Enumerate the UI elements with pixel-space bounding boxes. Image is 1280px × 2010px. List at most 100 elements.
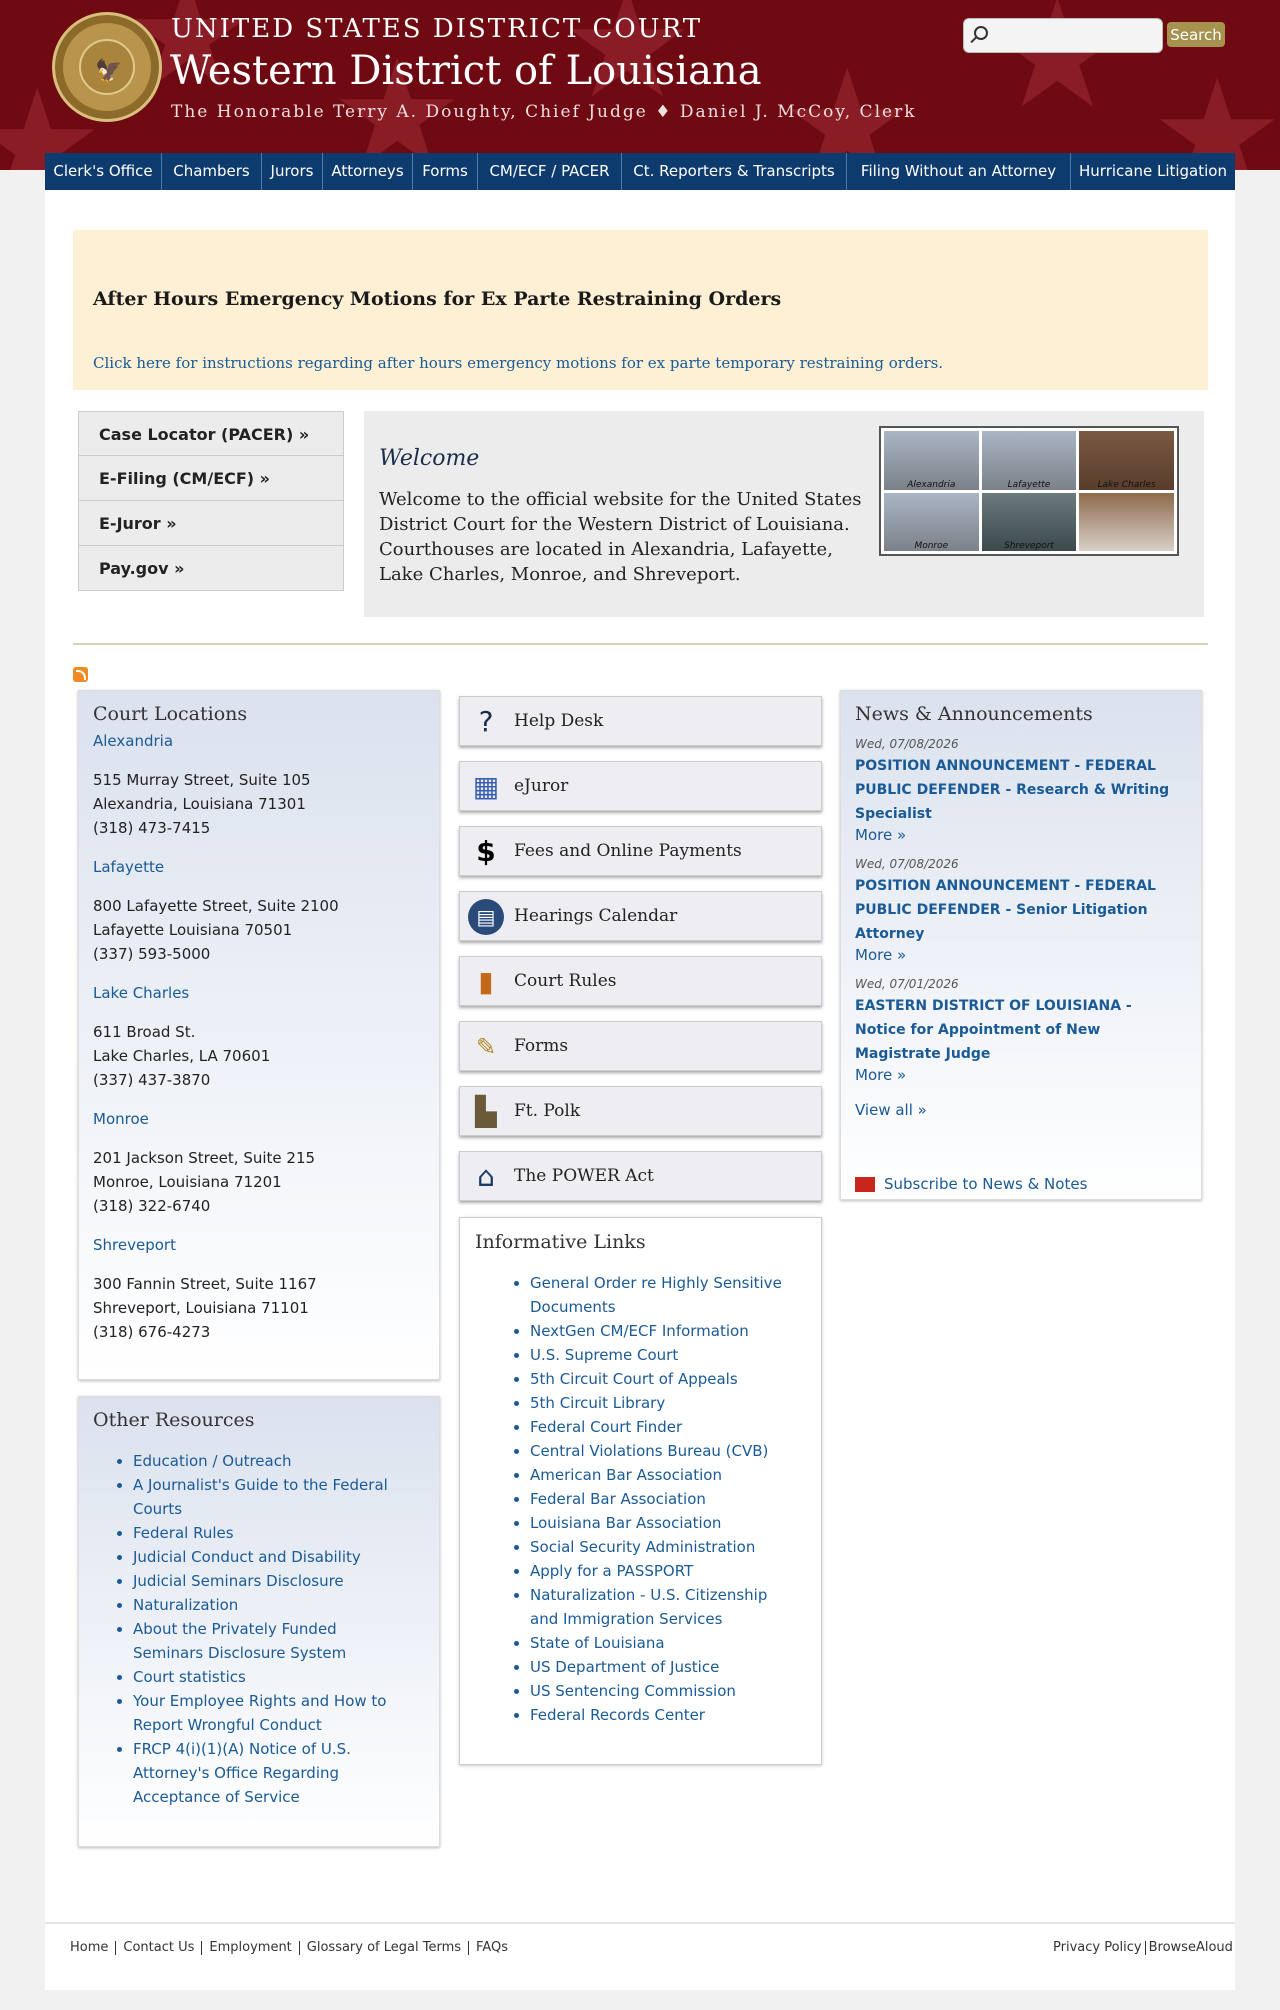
location-city[interactable]: Lake Charles	[93, 981, 425, 1005]
fees-payments-button[interactable]: $ Fees and Online Payments	[459, 826, 822, 876]
nav-cmecf-pacer[interactable]: CM/ECF / PACER	[478, 153, 622, 190]
list-item[interactable]: Education / Outreach	[133, 1449, 403, 1473]
nav-attorneys[interactable]: Attorneys	[323, 153, 413, 190]
list-item[interactable]: 5th Circuit Library	[530, 1391, 800, 1415]
power-act-button[interactable]: ⌂ The POWER Act	[459, 1151, 822, 1201]
rss-icon[interactable]	[73, 667, 88, 682]
footer-separator	[468, 1940, 470, 1955]
divider	[73, 643, 1208, 645]
list-item[interactable]: U.S. Supreme Court	[530, 1343, 800, 1367]
location-shreveport: Shreveport 300 Fannin Street, Suite 1167…	[93, 1233, 425, 1344]
list-item[interactable]: Federal Bar Association	[530, 1487, 800, 1511]
subscribe-row[interactable]: Subscribe to News & Notes	[855, 1175, 1187, 1193]
list-item[interactable]: Federal Records Center	[530, 1703, 800, 1727]
list-item[interactable]: Your Employee Rights and How to Report W…	[133, 1689, 403, 1737]
footer-privacy-link[interactable]: Privacy Policy	[1053, 1940, 1142, 1955]
footer-browsealoud-link[interactable]: BrowseAloud	[1149, 1940, 1233, 1955]
alert-link[interactable]: Click here for instructions regarding af…	[93, 354, 943, 372]
alert-title: After Hours Emergency Motions for Ex Par…	[93, 288, 782, 310]
district-name[interactable]: Western District of Louisiana	[170, 48, 762, 94]
ft-polk-button[interactable]: ▙ Ft. Polk	[459, 1086, 822, 1136]
search-icon	[974, 26, 988, 40]
book-icon: ▮	[478, 965, 494, 998]
footer-faqs-link[interactable]: FAQs	[476, 1940, 508, 1955]
ejuror-button[interactable]: ▦ eJuror	[459, 761, 822, 811]
list-item[interactable]: US Department of Justice	[530, 1655, 800, 1679]
list-item[interactable]: NextGen CM/ECF Information	[530, 1319, 800, 1343]
footer-glossary-link[interactable]: Glossary of Legal Terms	[307, 1940, 461, 1955]
location-address: Lake Charles, LA 70601	[93, 1047, 271, 1065]
list-item[interactable]: Naturalization - U.S. Citizenship and Im…	[530, 1583, 800, 1631]
court-seal-logo[interactable]: 🦅	[52, 12, 162, 122]
location-address: Monroe, Louisiana 71201	[93, 1173, 282, 1191]
list-item[interactable]: Apply for a PASSPORT	[530, 1559, 800, 1583]
list-item[interactable]: Central Violations Bureau (CVB)	[530, 1439, 800, 1463]
quick-link-paygov[interactable]: Pay.gov »	[78, 546, 344, 591]
courthouse-label: Alexandria	[907, 479, 956, 490]
court-rules-button[interactable]: ▮ Court Rules	[459, 956, 822, 1006]
list-item[interactable]: US Sentencing Commission	[530, 1679, 800, 1703]
nav-clerks-office[interactable]: Clerk's Office	[45, 153, 162, 190]
location-city[interactable]: Monroe	[93, 1107, 425, 1131]
list-item[interactable]: Naturalization	[133, 1593, 403, 1617]
list-item[interactable]: State of Louisiana	[530, 1631, 800, 1655]
button-label: Court Rules	[514, 971, 617, 991]
nav-filing-without-attorney[interactable]: Filing Without an Attorney	[847, 153, 1071, 190]
nav-forms[interactable]: Forms	[413, 153, 478, 190]
news-more-link[interactable]: More »	[855, 946, 1187, 964]
news-more-link[interactable]: More »	[855, 826, 1187, 844]
footer-separator	[298, 1940, 300, 1955]
list-item[interactable]: Judicial Conduct and Disability	[133, 1545, 403, 1569]
list-item[interactable]: American Bar Association	[530, 1463, 800, 1487]
button-label: The POWER Act	[514, 1166, 654, 1186]
judges-line: The Honorable Terry A. Doughty, Chief Ju…	[171, 102, 917, 122]
forms-button[interactable]: ✎ Forms	[459, 1021, 822, 1071]
location-city[interactable]: Lafayette	[93, 855, 425, 879]
help-desk-button[interactable]: ? Help Desk	[459, 696, 822, 746]
button-label: Hearings Calendar	[514, 906, 678, 926]
nav-jurors[interactable]: Jurors	[262, 153, 323, 190]
hearings-calendar-button[interactable]: ▤ Hearings Calendar	[459, 891, 822, 941]
news-headline[interactable]: POSITION ANNOUNCEMENT - FEDERAL PUBLIC D…	[855, 874, 1187, 946]
footer-home-link[interactable]: Home	[70, 1940, 108, 1955]
search-button[interactable]: Search	[1167, 22, 1225, 47]
list-item[interactable]: FRCP 4(i)(1)(A) Notice of U.S. Attorney'…	[133, 1737, 403, 1809]
nav-ct-reporters[interactable]: Ct. Reporters & Transcripts	[622, 153, 847, 190]
news-headline[interactable]: POSITION ANNOUNCEMENT - FEDERAL PUBLIC D…	[855, 754, 1187, 826]
court-locations-title: Court Locations	[93, 703, 248, 725]
footer-contact-link[interactable]: Contact Us	[123, 1940, 194, 1955]
button-label: Fees and Online Payments	[514, 841, 742, 861]
nav-chambers[interactable]: Chambers	[162, 153, 262, 190]
court-name: UNITED STATES DISTRICT COURT	[171, 14, 703, 44]
quick-link-case-locator[interactable]: Case Locator (PACER) »	[78, 411, 344, 456]
location-phone: (318) 322-6740	[93, 1197, 211, 1215]
list-item[interactable]: Judicial Seminars Disclosure	[133, 1569, 403, 1593]
button-label: Ft. Polk	[514, 1101, 581, 1121]
list-item[interactable]: Louisiana Bar Association	[530, 1511, 800, 1535]
courthouse-photo: Shreveport	[981, 492, 1077, 551]
quick-link-efiling[interactable]: E-Filing (CM/ECF) »	[78, 456, 344, 501]
news-title: News & Announcements	[855, 703, 1093, 725]
list-item[interactable]: A Journalist's Guide to the Federal Cour…	[133, 1473, 403, 1521]
list-item[interactable]: Social Security Administration	[530, 1535, 800, 1559]
list-item[interactable]: Court statistics	[133, 1665, 403, 1689]
footer-separator	[201, 1940, 203, 1955]
list-item[interactable]: Federal Rules	[133, 1521, 403, 1545]
button-label: Help Desk	[514, 711, 604, 731]
footer-employment-link[interactable]: Employment	[209, 1940, 291, 1955]
list-item[interactable]: Federal Court Finder	[530, 1415, 800, 1439]
dollar-icon: $	[476, 835, 496, 868]
search-input[interactable]	[998, 25, 1158, 47]
nav-hurricane-litigation[interactable]: Hurricane Litigation	[1071, 153, 1235, 190]
subscribe-link[interactable]: Subscribe to News & Notes	[884, 1175, 1087, 1193]
location-city[interactable]: Alexandria	[93, 729, 425, 753]
view-all-link[interactable]: View all »	[855, 1101, 1187, 1119]
news-more-link[interactable]: More »	[855, 1066, 1187, 1084]
list-item[interactable]: 5th Circuit Court of Appeals	[530, 1367, 800, 1391]
courthouse-photo: Alexandria	[884, 431, 979, 490]
news-headline[interactable]: EASTERN DISTRICT OF LOUISIANA - Notice f…	[855, 994, 1187, 1066]
list-item[interactable]: General Order re Highly Sensitive Docume…	[530, 1271, 800, 1319]
quick-link-ejuror[interactable]: E-Juror »	[78, 501, 344, 546]
list-item[interactable]: About the Privately Funded Seminars Disc…	[133, 1617, 403, 1665]
location-city[interactable]: Shreveport	[93, 1233, 425, 1257]
